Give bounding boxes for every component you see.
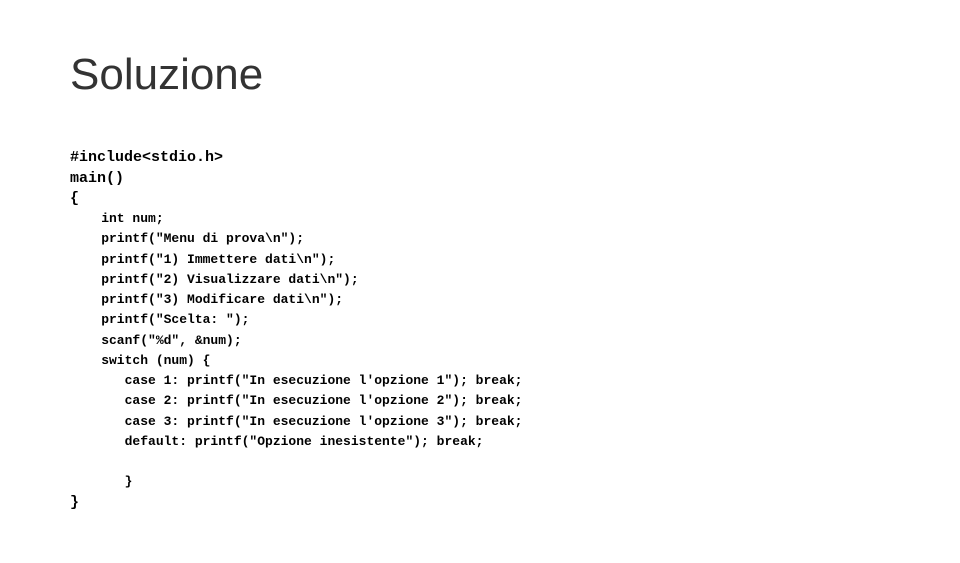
code-line: } <box>70 474 132 489</box>
code-line: printf("Menu di prova\n"); <box>70 231 304 246</box>
code-line: { <box>70 190 79 207</box>
code-line: default: printf("Opzione inesistente"); … <box>70 434 483 449</box>
code-line: printf("3) Modificare dati\n"); <box>70 292 343 307</box>
code-line: printf("2) Visualizzare dati\n"); <box>70 272 359 287</box>
code-line: #include<stdio.h> <box>70 149 223 166</box>
slide: Soluzione #include<stdio.h> main() { int… <box>0 0 960 563</box>
code-line: int num; <box>70 211 164 226</box>
code-block: #include<stdio.h> main() { int num; prin… <box>70 128 890 513</box>
code-line: case 1: printf("In esecuzione l'opzione … <box>70 373 522 388</box>
code-line: case 3: printf("In esecuzione l'opzione … <box>70 414 522 429</box>
code-line: scanf("%d", &num); <box>70 333 242 348</box>
code-line: } <box>70 494 79 511</box>
code-line: case 2: printf("In esecuzione l'opzione … <box>70 393 522 408</box>
page-title: Soluzione <box>70 50 890 100</box>
code-line: printf("1) Immettere dati\n"); <box>70 252 335 267</box>
code-line: printf("Scelta: "); <box>70 312 249 327</box>
code-line: switch (num) { <box>70 353 210 368</box>
code-line: main() <box>70 170 124 187</box>
